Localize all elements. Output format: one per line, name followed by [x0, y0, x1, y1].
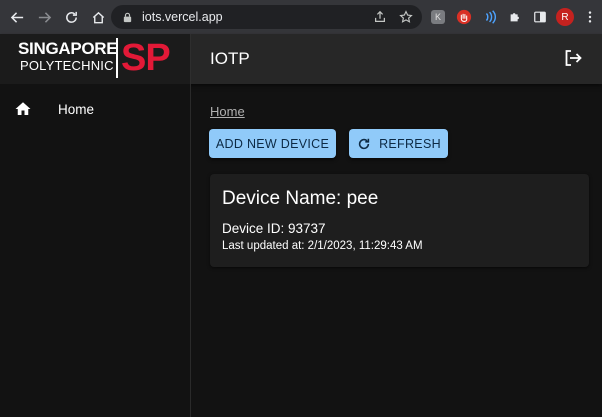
- profile-avatar[interactable]: R: [556, 8, 574, 26]
- logout-button[interactable]: [563, 48, 583, 68]
- app-bar: SINGAPORE POLYTECHNIC SP IOTP: [0, 34, 602, 84]
- extension-stop-hand-icon[interactable]: [455, 8, 473, 26]
- browser-home-icon: [92, 11, 104, 23]
- device-name: Device Name: pee: [222, 188, 379, 209]
- logout-icon: [565, 50, 582, 66]
- device-card[interactable]: Device Name: pee Device ID: 93737 Last u…: [210, 174, 589, 267]
- bookmark-star-icon[interactable]: [398, 9, 414, 25]
- logo-divider: [116, 38, 118, 78]
- add-new-device-label: ADD NEW DEVICE: [215, 136, 330, 151]
- lock-icon: [120, 10, 134, 24]
- arrow-right-icon: [38, 11, 51, 23]
- logo[interactable]: SINGAPORE POLYTECHNIC SP: [0, 34, 191, 84]
- logo-mark: SP: [121, 37, 171, 79]
- arrow-left-icon: [10, 11, 23, 23]
- home-icon: [14, 100, 32, 118]
- device-id: Device ID: 93737: [222, 221, 326, 236]
- sidebar-item-label: Home: [58, 102, 95, 117]
- url-text: iots.vercel.app: [142, 10, 223, 24]
- refresh-icon: [356, 136, 371, 151]
- breadcrumb[interactable]: Home: [210, 104, 245, 119]
- forward-button[interactable]: [33, 6, 55, 28]
- extensions-puzzle-icon[interactable]: [506, 8, 524, 26]
- refresh-label: REFRESH: [379, 136, 441, 151]
- back-button[interactable]: [6, 6, 28, 28]
- logo-line1: SINGAPORE: [18, 39, 118, 58]
- app-title: IOTP: [210, 49, 250, 68]
- browser-toolbar: iots.vercel.app K R: [0, 0, 602, 34]
- sidebar-item-home[interactable]: Home: [0, 94, 190, 124]
- browser-menu-icon[interactable]: [581, 8, 599, 26]
- address-bar[interactable]: iots.vercel.app: [111, 5, 422, 29]
- share-icon[interactable]: [372, 9, 388, 25]
- sidebar: Home: [0, 84, 191, 417]
- side-panel-icon[interactable]: [531, 8, 549, 26]
- logo-line2: POLYTECHNIC: [20, 58, 114, 73]
- reload-button[interactable]: [60, 6, 82, 28]
- extension-wave-icon[interactable]: [481, 8, 499, 26]
- reload-icon: [65, 11, 77, 23]
- home-button[interactable]: [87, 6, 109, 28]
- add-new-device-button[interactable]: ADD NEW DEVICE: [209, 129, 336, 158]
- device-last-updated: Last updated at: 2/1/2023, 11:29:43 AM: [222, 240, 423, 252]
- refresh-button[interactable]: REFRESH: [349, 129, 448, 158]
- extension-k-icon[interactable]: K: [431, 10, 445, 24]
